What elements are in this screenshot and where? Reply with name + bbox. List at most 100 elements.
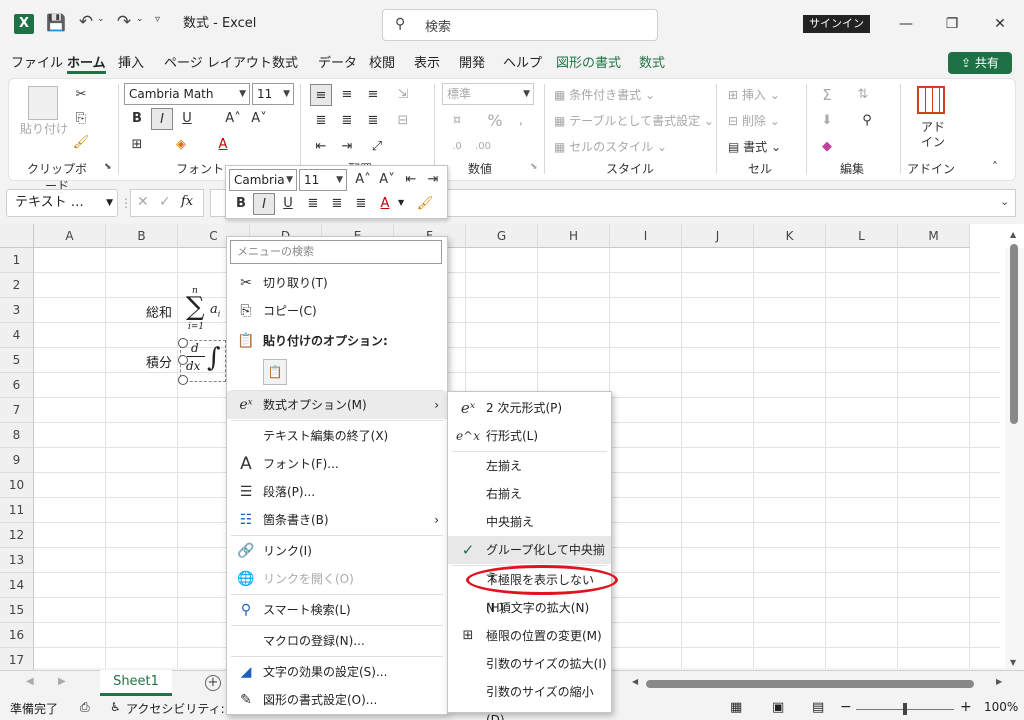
normal-view-icon[interactable]: ▦ — [730, 700, 742, 715]
cancel-icon[interactable]: ✕ — [137, 194, 149, 210]
menu-item-equation-options[interactable]: eˣ 数式オプション(M) › — [227, 391, 447, 419]
zoom-out-icon[interactable]: − — [840, 699, 852, 715]
cut-icon[interactable]: ✂ — [70, 84, 92, 106]
number-launcher-icon[interactable]: ⬊ — [530, 162, 538, 172]
collapse-ribbon-icon[interactable]: ˄ — [992, 160, 998, 174]
align-bottom-icon[interactable]: ≡ — [362, 84, 384, 106]
menu-item-format-shape[interactable]: ✎ 図形の書式設定(O)... — [227, 686, 447, 714]
zoom-in-icon[interactable]: + — [960, 699, 972, 715]
menu-item-cut[interactable]: ✂ 切り取り(T) — [227, 269, 447, 297]
minimize-button[interactable]: — — [894, 12, 918, 36]
undo-icon[interactable]: ↶ — [76, 12, 96, 34]
row-header[interactable]: 9 — [0, 448, 34, 473]
row-header[interactable]: 7 — [0, 398, 34, 423]
paste-icon[interactable] — [28, 86, 58, 120]
align-top-icon[interactable]: ≡ — [310, 84, 332, 106]
column-header[interactable]: A — [34, 224, 106, 248]
menu-search-input[interactable]: メニューの検索 — [230, 240, 442, 264]
mini-increase-indent-icon[interactable]: ⇥ — [422, 169, 444, 191]
menu-item-assign-macro[interactable]: マクロの登録(N)... — [227, 627, 447, 655]
mini-font-color-dropdown-icon[interactable]: ▼ — [398, 198, 404, 207]
font-color-icon[interactable]: A — [212, 134, 234, 156]
decrease-indent-icon[interactable]: ⇤ — [310, 136, 332, 158]
row-header[interactable]: 8 — [0, 423, 34, 448]
mini-font-color-icon[interactable]: A — [374, 193, 396, 215]
page-break-view-icon[interactable]: ▤ — [812, 700, 824, 715]
resize-handle[interactable] — [178, 375, 188, 385]
decrease-decimal-icon[interactable]: .00 — [472, 136, 494, 158]
tab-view[interactable]: 表示 — [414, 54, 440, 74]
mini-italic-icon[interactable]: I — [253, 193, 275, 215]
zoom-level[interactable]: 100% — [984, 700, 1018, 714]
signin-button[interactable]: サインイン — [803, 15, 870, 33]
comma-icon[interactable]: , — [510, 110, 532, 132]
find-icon[interactable]: ⚲ — [856, 110, 878, 132]
increase-indent-icon[interactable]: ⇥ — [336, 136, 358, 158]
cell-styles-button[interactable]: ▦ セルのスタイル ⌄ — [554, 138, 667, 156]
submenu-item-align-left[interactable]: 左揃え — [448, 452, 611, 480]
redo-dropdown-icon[interactable]: ⌄ — [136, 14, 144, 24]
row-header[interactable]: 13 — [0, 548, 34, 573]
row-header[interactable]: 2 — [0, 273, 34, 298]
currency-icon[interactable]: ¤ — [446, 110, 468, 132]
row-header[interactable]: 10 — [0, 473, 34, 498]
paste-option-icon[interactable]: 📋 — [263, 359, 287, 385]
tab-developer[interactable]: 開発 — [459, 54, 485, 74]
macro-record-icon[interactable]: ⎙ — [80, 700, 90, 715]
row-header[interactable]: 1 — [0, 248, 34, 273]
restore-button[interactable]: ❐ — [940, 12, 964, 36]
format-as-table-button[interactable]: ▦ テーブルとして書式設定 ⌄ — [554, 112, 714, 130]
align-middle-icon[interactable]: ≡ — [336, 84, 358, 106]
menu-item-font[interactable]: A フォント(F)... — [227, 450, 447, 478]
share-button[interactable]: ⇪ 共有 — [948, 52, 1012, 74]
align-center-icon[interactable]: ≣ — [336, 110, 358, 132]
menu-item-bullets[interactable]: ☷ 箇条書き(B) › — [227, 506, 447, 534]
tab-equation[interactable]: 数式 — [639, 54, 665, 74]
tab-data[interactable]: データ — [318, 54, 357, 74]
clipboard-launcher-icon[interactable]: ⬊ — [104, 162, 112, 172]
menu-item-text-effects[interactable]: ◢ 文字の効果の設定(S)... — [227, 658, 447, 686]
align-right-icon[interactable]: ≣ — [362, 110, 384, 132]
submenu-item-change-limit-location[interactable]: ⊞ 極限の位置の変更(M) — [448, 622, 611, 650]
enter-icon[interactable]: ✓ — [159, 194, 171, 210]
add-sheet-icon[interactable]: + — [205, 675, 221, 691]
row-header[interactable]: 6 — [0, 373, 34, 398]
mini-grow-font-icon[interactable]: A˄ — [352, 169, 374, 191]
select-all-corner[interactable] — [0, 224, 34, 248]
mini-bold-icon[interactable]: B — [230, 193, 252, 215]
scroll-right-icon[interactable]: ▶ — [996, 677, 1002, 686]
wrap-text-icon[interactable]: ⇲ — [392, 84, 414, 106]
summation-equation[interactable]: n ∑ ai i=1 — [186, 286, 226, 334]
horizontal-scroll-thumb[interactable] — [646, 680, 974, 688]
undo-dropdown-icon[interactable]: ⌄ — [97, 14, 105, 24]
row-header[interactable]: 3 — [0, 298, 34, 323]
column-header[interactable]: M — [898, 224, 970, 248]
submenu-item-decrease-argument-size[interactable]: 引数のサイズの縮小(D) — [448, 678, 611, 720]
submenu-item-align-right[interactable]: 右揃え — [448, 480, 611, 508]
format-painter-icon[interactable]: 🖌 — [70, 132, 92, 154]
orientation-icon[interactable]: ⤢ — [366, 136, 388, 158]
expand-formula-icon[interactable]: ⌄ — [1000, 195, 1009, 208]
mini-size-combo[interactable]: 11 ▼ — [299, 169, 347, 191]
column-header[interactable]: J — [682, 224, 754, 248]
menu-item-smart-lookup[interactable]: ⚲ スマート検索(L) — [227, 596, 447, 624]
mini-format-painter-icon[interactable]: 🖌 — [414, 193, 436, 215]
clear-icon[interactable]: ◆ — [816, 136, 838, 158]
paste-button-label[interactable]: 貼り付け — [20, 120, 68, 138]
mini-align-right-icon[interactable]: ≣ — [350, 193, 372, 215]
column-header[interactable]: L — [826, 224, 898, 248]
row-header[interactable]: 14 — [0, 573, 34, 598]
format-cells-button[interactable]: ▤ 書式 ⌄ — [728, 138, 781, 156]
scroll-left-icon[interactable]: ◀ — [632, 677, 638, 686]
delete-cells-button[interactable]: ⊟ 削除 ⌄ — [728, 112, 780, 130]
border-icon[interactable]: ⊞ — [126, 134, 148, 156]
tab-review[interactable]: 校閲 — [369, 54, 395, 74]
tab-page-layout[interactable]: ページ レイアウト — [164, 54, 272, 74]
menu-item-copy[interactable]: ⎘ コピー(C) — [227, 297, 447, 325]
menu-item-link[interactable]: 🔗 リンク(I) — [227, 537, 447, 565]
underline-icon[interactable]: U — [176, 108, 198, 130]
percent-icon[interactable]: % — [484, 110, 506, 132]
align-left-icon[interactable]: ≣ — [310, 110, 332, 132]
copy-icon[interactable]: ⎘ — [70, 108, 92, 130]
column-header[interactable]: I — [610, 224, 682, 248]
